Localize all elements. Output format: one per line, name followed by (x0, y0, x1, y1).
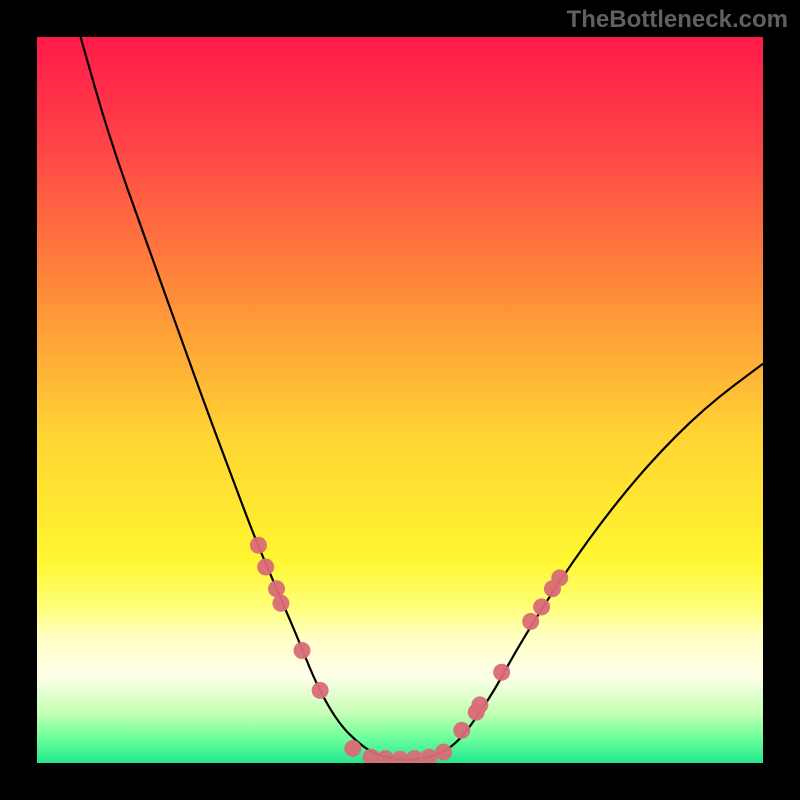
data-marker (257, 558, 274, 575)
data-marker (435, 744, 452, 761)
data-marker (522, 613, 539, 630)
chart-container: TheBottleneck.com (0, 0, 800, 800)
data-marker (250, 537, 267, 554)
data-marker (293, 642, 310, 659)
data-marker (533, 598, 550, 615)
data-marker (551, 569, 568, 586)
plot-area (37, 37, 763, 763)
data-marker (493, 664, 510, 681)
data-marker (453, 722, 470, 739)
data-marker (344, 740, 361, 757)
data-marker (272, 595, 289, 612)
chart-background (37, 37, 763, 763)
data-marker (312, 682, 329, 699)
data-marker (471, 696, 488, 713)
watermark-text: TheBottleneck.com (567, 6, 788, 34)
chart-svg (37, 37, 763, 763)
data-marker (268, 580, 285, 597)
